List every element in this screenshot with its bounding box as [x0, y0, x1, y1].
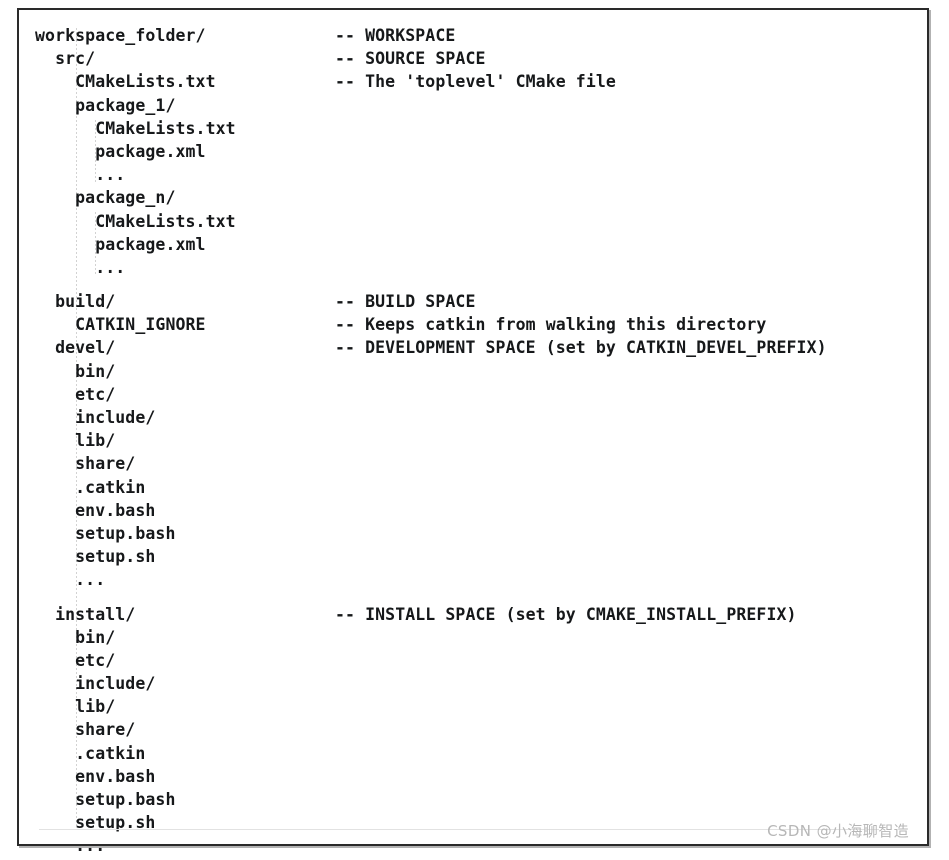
- tree-path: package.xml: [35, 141, 206, 161]
- tree-path: setup.sh: [35, 813, 156, 833]
- tree-row: workspace_folder/ -- WORKSPACE: [19, 24, 927, 47]
- tree-path: etc/: [35, 384, 116, 404]
- tree-path: install/: [35, 604, 136, 624]
- tree-row: package_1/: [19, 94, 927, 117]
- tree-row: bin/: [19, 360, 927, 383]
- csdn-watermark: CSDN @小海聊智造: [767, 822, 909, 840]
- tree-row: setup.bash: [19, 522, 927, 545]
- tree-row: CMakeLists.txt: [19, 210, 927, 233]
- tree-path: build/: [35, 292, 116, 312]
- tree-path: devel/: [35, 338, 116, 358]
- tree-path: lib/: [35, 697, 116, 717]
- tree-path: CMakeLists.txt: [35, 72, 216, 92]
- tree-row: bin/: [19, 626, 927, 649]
- tree-path: share/: [35, 454, 136, 474]
- tree-path: setup.sh: [35, 547, 156, 567]
- tree-row: setup.sh: [19, 545, 927, 568]
- tree-row: include/: [19, 672, 927, 695]
- tree-row: CMakeLists.txt: [19, 117, 927, 140]
- tree-path: include/: [35, 674, 156, 694]
- directory-tree-listing: workspace_folder/ -- WORKSPACE src/ -- SOU…: [19, 10, 927, 855]
- tree-row: devel/ -- DEVELOPMENT SPACE (set by CATKI…: [19, 336, 927, 359]
- tree-path: bin/: [35, 627, 116, 647]
- tree-row: share/: [19, 452, 927, 475]
- tree-comment: -- The 'toplevel' CMake file: [335, 72, 616, 92]
- tree-path: package.xml: [35, 234, 206, 254]
- tree-path: setup.bash: [35, 790, 176, 809]
- tree-row: lib/: [19, 695, 927, 718]
- tree-path: etc/: [35, 650, 116, 670]
- tree-path: lib/: [35, 431, 116, 451]
- tree-row: env.bash: [19, 499, 927, 522]
- tree-path: bin/: [35, 361, 116, 381]
- tree-path: env.bash: [35, 500, 156, 520]
- tree-row: etc/: [19, 649, 927, 672]
- tree-row: install/ -- INSTALL SPACE (set by CMAKE_I…: [19, 603, 927, 626]
- tree-path: src/: [35, 49, 96, 69]
- tree-row: .catkin: [19, 742, 927, 765]
- tree-row: env.bash: [19, 765, 927, 788]
- tree-row: package.xml: [19, 140, 927, 163]
- tree-comment: -- WORKSPACE: [335, 26, 456, 45]
- tree-path: package_1/: [35, 95, 176, 115]
- tree-path: ...: [35, 836, 106, 856]
- tree-path: setup.bash: [35, 523, 176, 543]
- tree-row: package.xml: [19, 233, 927, 256]
- tree-row: ...: [19, 568, 927, 591]
- tree-path: .catkin: [35, 743, 146, 763]
- tree-row: package_n/: [19, 186, 927, 209]
- tree-path: env.bash: [35, 766, 156, 786]
- tree-path: include/: [35, 408, 156, 427]
- tree-comment: -- Keeps catkin from walking this direct…: [335, 315, 767, 335]
- tree-row: lib/: [19, 429, 927, 452]
- tree-path: ...: [35, 257, 126, 277]
- tree-row: ...: [19, 163, 927, 186]
- tree-path: workspace_folder/: [35, 26, 206, 45]
- tree-row: etc/: [19, 383, 927, 406]
- tree-row: build/ -- BUILD SPACE: [19, 290, 927, 313]
- tree-comment: -- BUILD SPACE: [335, 292, 476, 312]
- bottom-rule: [39, 829, 879, 830]
- tree-comment: -- INSTALL SPACE (set by CMAKE_INSTALL_P…: [335, 604, 797, 624]
- tree-path: ...: [35, 570, 106, 590]
- tree-row: ...: [19, 256, 927, 279]
- tree-row: src/ -- SOURCE SPACE: [19, 47, 927, 70]
- tree-comment: -- SOURCE SPACE: [335, 49, 486, 69]
- tree-row: setup.bash: [19, 788, 927, 811]
- tree-row: .catkin: [19, 476, 927, 499]
- tree-path: .catkin: [35, 477, 146, 497]
- workspace-tree-figure: workspace_folder/ -- WORKSPACE src/ -- SOU…: [17, 8, 929, 855]
- tree-path: ...: [35, 165, 126, 185]
- tree-path: CMakeLists.txt: [35, 118, 236, 138]
- tree-row: CATKIN_IGNORE -- Keeps catkin from walkin…: [19, 313, 927, 336]
- tree-row: include/: [19, 406, 927, 429]
- tree-comment: -- DEVELOPMENT SPACE (set by CATKIN_DEVE…: [335, 338, 827, 358]
- tree-path: package_n/: [35, 188, 176, 208]
- tree-row: CMakeLists.txt -- The 'toplevel' CMake fi…: [19, 70, 927, 93]
- tree-path: CATKIN_IGNORE: [35, 315, 206, 335]
- tree-path: share/: [35, 720, 136, 740]
- tree-row: share/: [19, 718, 927, 741]
- tree-path: CMakeLists.txt: [35, 211, 236, 231]
